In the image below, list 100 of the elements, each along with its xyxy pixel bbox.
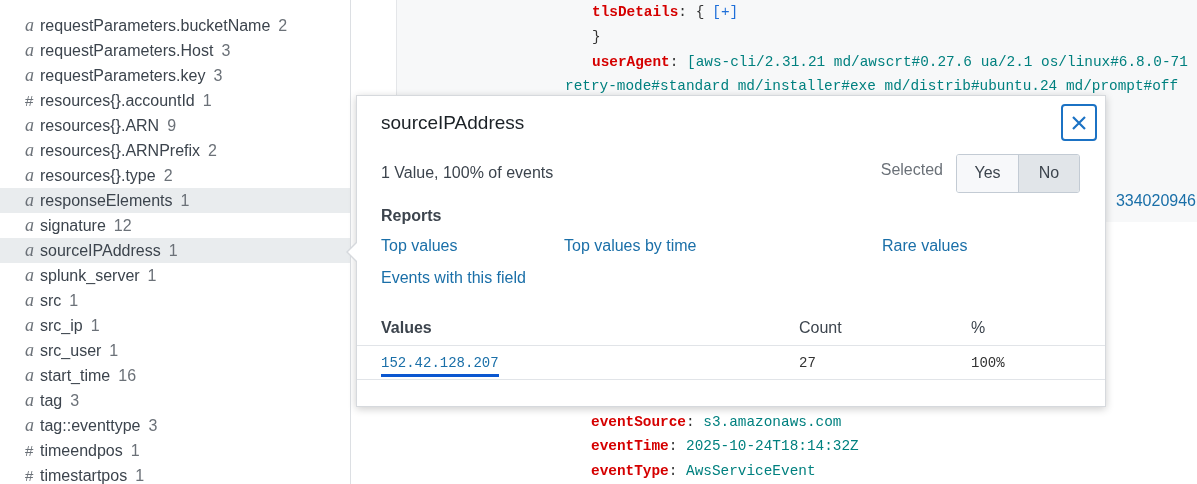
json-value: AwsServiceEvent	[686, 463, 816, 480]
value-summary: 1 Value, 100% of events	[381, 164, 554, 182]
field-name: sourceIPAddress	[40, 241, 161, 260]
reports-heading: Reports	[381, 206, 443, 226]
close-icon	[1072, 115, 1086, 130]
popup-title: sourceIPAddress	[381, 111, 525, 134]
field-name: requestParameters.Host	[40, 41, 214, 60]
field-type: a	[25, 215, 34, 236]
field-count: 9	[167, 116, 177, 135]
report-link[interactable]: Rare values	[882, 234, 1105, 258]
field-item[interactable]: a src_ip 1	[0, 313, 350, 338]
field-type: #	[25, 92, 34, 109]
json-key: eventType	[591, 463, 669, 480]
field-name: timeendpos	[40, 441, 123, 460]
field-count: 1	[135, 466, 145, 484]
field-type: a	[25, 40, 34, 61]
report-link[interactable]: Top values	[381, 234, 564, 258]
expand-link[interactable]: [+]	[712, 4, 739, 20]
field-item[interactable]: # resources{}.accountId 1	[0, 88, 350, 113]
field-item[interactable]: a requestParameters.key 3	[0, 63, 350, 88]
field-count: 1	[168, 241, 178, 260]
field-count: 2	[208, 141, 217, 160]
field-name: requestParameters.bucketName	[40, 16, 271, 35]
field-item[interactable]: a signature 12	[0, 213, 350, 238]
field-type: a	[25, 365, 34, 386]
report-link[interactable]: Top values by time	[564, 234, 882, 258]
json-punctuation: :	[668, 463, 678, 480]
field-item[interactable]: a requestParameters.bucketName 2	[0, 13, 350, 38]
field-item[interactable]: a src 1	[0, 288, 350, 313]
field-count: 16	[118, 366, 137, 385]
json-value: retry-mode#standard md/installer#exe md/distrib#ubuntu.24 md/prompt#off	[565, 78, 1179, 95]
field-type: a	[25, 290, 34, 311]
toggle-button[interactable]: Yes	[957, 154, 1018, 192]
field-item[interactable]: # timestartpos 1	[0, 463, 350, 484]
field-item[interactable]: a responseElements 1	[0, 188, 350, 213]
field-type: a	[25, 15, 34, 36]
close-button[interactable]	[1061, 104, 1097, 141]
field-item[interactable]: a tag 3	[0, 388, 350, 413]
json-punctuation: }	[592, 28, 601, 45]
field-name: resources{}.type	[40, 166, 156, 185]
field-name: tag	[40, 391, 63, 410]
field-type: a	[25, 190, 34, 211]
toggle-button[interactable]: No	[1018, 154, 1079, 192]
field-name: signature	[40, 216, 106, 235]
field-name: splunk_server	[40, 266, 140, 285]
json-value: 2025-10-24T18:14:32Z	[686, 438, 859, 455]
field-count: 1	[69, 291, 79, 310]
field-count: 3	[213, 66, 223, 85]
json-key: tlsDetails	[592, 4, 679, 20]
field-name: requestParameters.key	[40, 66, 206, 85]
field-type: #	[25, 467, 34, 484]
json-key: userAgent	[592, 53, 670, 70]
field-count: 1	[202, 91, 212, 110]
json-value: s3.amazonaws.com	[703, 413, 842, 430]
report-link[interactable]: Events with this field	[381, 266, 564, 290]
field-name: start_time	[40, 366, 111, 385]
field-name: resources{}.ARNPrefix	[40, 141, 201, 160]
json-key: eventTime	[591, 438, 669, 455]
column-header: Count	[799, 319, 843, 337]
field-type: a	[25, 315, 34, 336]
field-type: a	[25, 165, 34, 186]
field-type: a	[25, 415, 34, 436]
field-type: a	[25, 140, 34, 161]
json-punctuation: : {	[678, 4, 705, 20]
field-name: resources{}.ARN	[40, 116, 160, 135]
field-item[interactable]: a resources{}.ARNPrefix 2	[0, 138, 350, 163]
field-item[interactable]: a splunk_server 1	[0, 263, 350, 288]
field-name: resources{}.accountId	[40, 91, 195, 110]
field-type: a	[25, 115, 34, 136]
json-punctuation: :	[669, 53, 679, 70]
field-name: tag::eventtype	[40, 416, 141, 435]
field-item[interactable]: a sourceIPAddress 1	[0, 238, 350, 263]
field-name: src	[40, 291, 62, 310]
field-count: 2	[163, 166, 173, 185]
field-item[interactable]: a tag::eventtype 3	[0, 413, 350, 438]
column-header: %	[971, 319, 987, 337]
field-item[interactable]: a src_user 1	[0, 338, 350, 363]
field-count: 3	[221, 41, 231, 60]
field-count: 12	[113, 216, 132, 235]
field-item[interactable]: a requestParameters.Host 3	[0, 38, 350, 63]
field-type: a	[25, 390, 34, 411]
count-cell-text: 27	[799, 354, 817, 371]
value-link[interactable]: 152.42.128.207	[381, 354, 499, 377]
field-name: src_ip	[40, 316, 83, 335]
json-value: [aws-cli/2.31.21 md/awscrt#0.27.6 ua/2.1 os/linux#6.8.0-71	[687, 53, 1188, 70]
field-count: 1	[147, 266, 157, 285]
json-punctuation: :	[686, 413, 695, 430]
json-key: eventSource	[591, 413, 686, 430]
field-item[interactable]: a resources{}.ARN 9	[0, 113, 350, 138]
field-name: responseElements	[40, 191, 173, 210]
field-item[interactable]: a start_time 16	[0, 363, 350, 388]
field-type: a	[25, 340, 34, 361]
field-type: a	[25, 65, 34, 86]
field-count: 1	[130, 441, 140, 460]
field-count: 3	[70, 391, 80, 410]
field-count: 1	[90, 316, 100, 335]
field-type: a	[25, 240, 34, 261]
field-item[interactable]: # timeendpos 1	[0, 438, 350, 463]
field-item[interactable]: a resources{}.type 2	[0, 163, 350, 188]
event-value: 334020946	[1115, 191, 1196, 209]
